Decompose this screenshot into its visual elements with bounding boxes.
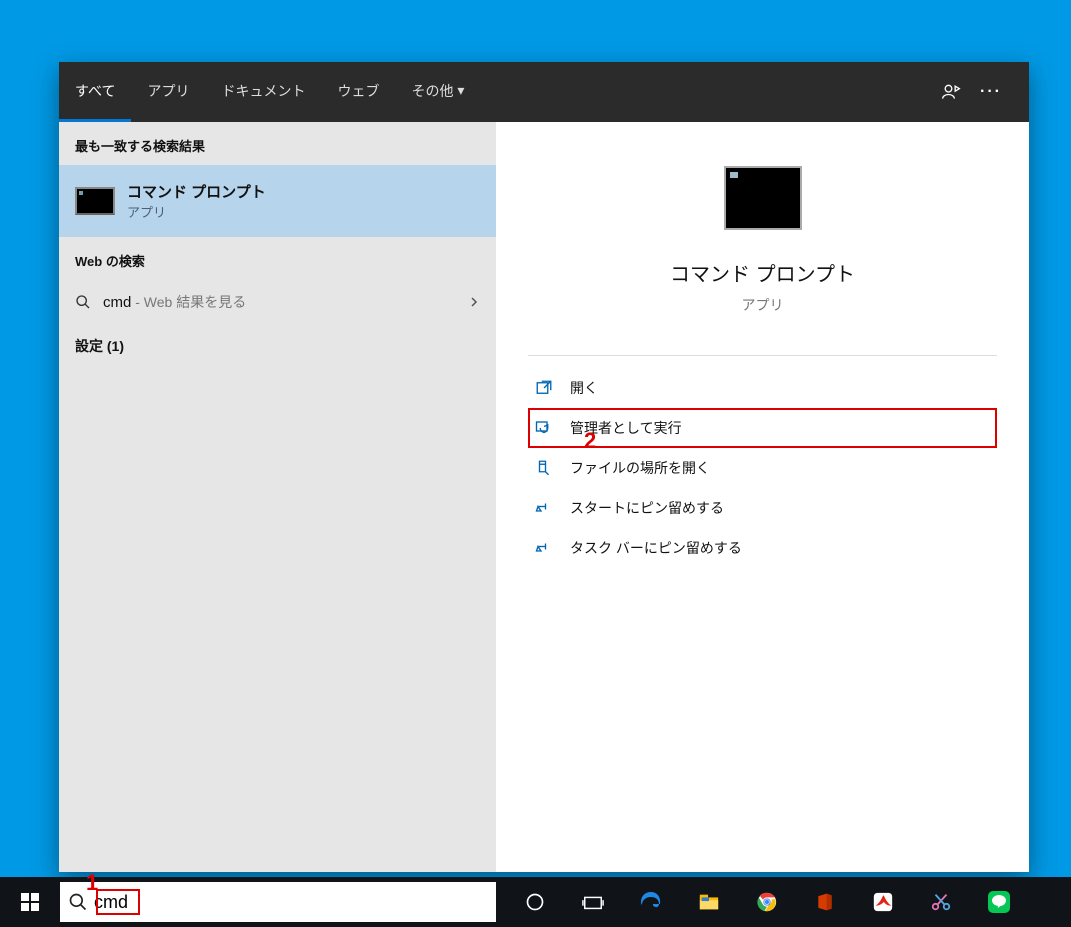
chevron-down-icon: ▾ [457, 82, 464, 99]
tab-all[interactable]: すべて [59, 62, 131, 122]
action-open-location-label: ファイルの場所を開く [570, 458, 710, 478]
office-icon[interactable] [796, 877, 854, 927]
taskbar [0, 877, 1071, 927]
more-options-icon[interactable]: ··· [971, 72, 1011, 112]
web-search-header: Web の検索 [59, 237, 496, 280]
folder-location-icon [534, 459, 554, 477]
taskbar-search-box[interactable] [60, 882, 496, 922]
task-view-icon[interactable] [564, 877, 622, 927]
cmd-large-icon [724, 166, 802, 230]
action-pin-taskbar-label: タスク バーにピン留めする [570, 538, 742, 558]
action-pin-start-label: スタートにピン留めする [570, 498, 724, 518]
search-icon [68, 892, 88, 912]
cortana-icon[interactable] [506, 877, 564, 927]
pin-taskbar-icon [534, 539, 554, 557]
action-pin-start[interactable]: スタートにピン留めする [528, 488, 997, 528]
best-match-result[interactable]: コマンド プロンプト アプリ [59, 165, 496, 237]
search-icon [75, 294, 91, 310]
edge-icon[interactable] [622, 877, 680, 927]
settings-results[interactable]: 設定 (1) [59, 324, 496, 368]
action-run-as-admin[interactable]: 管理者として実行 [528, 408, 997, 448]
web-search-result[interactable]: cmd - Web 結果を見る [59, 280, 496, 324]
divider [528, 355, 997, 356]
chevron-right-icon [468, 296, 480, 308]
search-tabs-bar: すべて アプリ ドキュメント ウェブ その他 ▾ ··· [59, 62, 1029, 122]
cmd-icon [75, 187, 115, 215]
acrobat-icon[interactable] [854, 877, 912, 927]
search-input[interactable] [94, 892, 488, 913]
action-open-label: 開く [570, 378, 598, 398]
feedback-icon[interactable] [931, 72, 971, 112]
preview-subtitle: アプリ [742, 295, 784, 315]
web-hint: - Web 結果を見る [131, 294, 246, 310]
file-explorer-icon[interactable] [680, 877, 738, 927]
pin-start-icon [534, 499, 554, 517]
search-results-panel: すべて アプリ ドキュメント ウェブ その他 ▾ ··· 最も一致する検索結果 … [59, 62, 1029, 872]
open-icon [534, 379, 554, 397]
action-open[interactable]: 開く [528, 368, 997, 408]
action-list: 開く 管理者として実行 ファイルの場所を開く スタートにピン留めする タスク バ… [528, 368, 997, 568]
snipping-tool-icon[interactable] [912, 877, 970, 927]
preview-title: コマンド プロンプト [670, 258, 855, 287]
tab-documents[interactable]: ドキュメント [205, 62, 321, 122]
annotation-1: 1 [86, 870, 98, 896]
best-match-title: コマンド プロンプト [127, 181, 266, 202]
tab-web[interactable]: ウェブ [321, 62, 395, 122]
windows-logo-icon [21, 893, 39, 911]
tab-more[interactable]: その他 ▾ [395, 62, 480, 122]
start-button[interactable] [0, 877, 60, 927]
annotation-2: 2 [584, 428, 596, 454]
action-pin-taskbar[interactable]: タスク バーにピン留めする [528, 528, 997, 568]
best-match-subtitle: アプリ [127, 202, 266, 221]
admin-shield-icon [534, 419, 554, 437]
best-match-header: 最も一致する検索結果 [59, 122, 496, 165]
chrome-icon[interactable] [738, 877, 796, 927]
web-query: cmd [103, 294, 131, 311]
search-right-column: コマンド プロンプト アプリ 開く 管理者として実行 ファイルの場所を開く [496, 122, 1029, 872]
action-open-location[interactable]: ファイルの場所を開く [528, 448, 997, 488]
line-app-icon[interactable] [970, 877, 1028, 927]
taskbar-icons [506, 877, 1028, 927]
tab-apps[interactable]: アプリ [131, 62, 205, 122]
search-left-column: 最も一致する検索結果 コマンド プロンプト アプリ Web の検索 cmd - … [59, 122, 496, 872]
